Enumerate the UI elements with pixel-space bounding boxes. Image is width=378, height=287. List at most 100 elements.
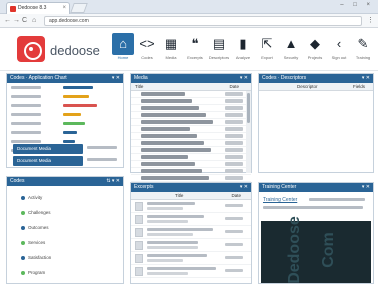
code-tree-panel: Codes ⇅ ▾ ✕ Activity Challenges Outcomes Se…: [6, 176, 124, 284]
panel-title: Codes: [10, 178, 25, 184]
back-icon[interactable]: ←: [4, 16, 11, 26]
panel-header: Training Center ▾ ✕: [259, 183, 373, 192]
toolbar-excerpts-button[interactable]: ❝ Excerpts: [184, 33, 206, 69]
summary-row[interactable]: Code E: [7, 119, 123, 128]
media-row[interactable]: [131, 126, 251, 133]
training-video[interactable]: Dedoose Com: [261, 216, 371, 284]
excerpt-row[interactable]: [131, 239, 251, 252]
toolbar-label: Analyze: [235, 55, 251, 60]
panel-controls-icon[interactable]: ▾ ✕: [240, 183, 248, 192]
media-row[interactable]: [131, 98, 251, 105]
panel-header: Codes ⇅ ▾ ✕: [7, 177, 123, 186]
summary-row[interactable]: Code D: [7, 110, 123, 119]
browser-tab[interactable]: Dedoose 8.3 ×: [6, 2, 70, 14]
excerpts-col-title[interactable]: Title: [175, 192, 183, 200]
excerpt-text: [147, 233, 193, 236]
code-tree-item[interactable]: Outcomes: [7, 220, 123, 235]
toolbar-analyze-button[interactable]: ▮ Analyze: [232, 33, 254, 69]
browser-menu-icon[interactable]: ⋮: [367, 16, 374, 24]
media-row[interactable]: [131, 147, 251, 154]
summary-row[interactable]: Code F: [7, 128, 123, 137]
document-media-button-2[interactable]: Document Media: [13, 156, 83, 166]
toolbar-media-button[interactable]: ▦ Media: [160, 33, 182, 69]
panel-controls-icon[interactable]: ▾ ✕: [362, 183, 370, 192]
excerpt-row[interactable]: [131, 213, 251, 226]
excerpt-date-text: [225, 204, 243, 207]
media-date-text: [225, 120, 243, 124]
media-col-date[interactable]: Date: [229, 83, 239, 91]
media-title-text: [141, 162, 195, 166]
home-icon[interactable]: ⌂: [32, 16, 36, 26]
favicon-icon: [10, 6, 16, 12]
document-icon: [135, 228, 143, 237]
toolbar-projects-button[interactable]: ◆ Projects: [304, 33, 326, 69]
descriptor-col-name[interactable]: Descriptor: [297, 83, 318, 91]
excerpt-row[interactable]: [131, 252, 251, 265]
toolbar-codes-button[interactable]: <> Codes: [136, 33, 158, 69]
panel-controls-icon[interactable]: ⇅ ▾ ✕: [106, 177, 120, 186]
toolbar-label: Export: [261, 55, 273, 60]
code-tree-item[interactable]: Satisfaction: [7, 250, 123, 265]
descriptor-table-header: Descriptor Fields: [259, 83, 373, 91]
code-tree-item[interactable]: Services: [7, 235, 123, 250]
panel-controls-icon[interactable]: ▾ ✕: [112, 74, 120, 83]
summary-row[interactable]: Code B: [7, 92, 123, 101]
toolbar-export-button[interactable]: ⇱ Export: [256, 33, 278, 69]
excerpt-row[interactable]: [131, 265, 251, 278]
toolbar-label: Projects: [307, 55, 323, 60]
toolbar-training-button[interactable]: ✎ Training: [352, 33, 374, 69]
summary-bar: [63, 86, 93, 89]
excerpts-table-header: Title Date: [131, 192, 251, 200]
excerpt-date-text: [225, 243, 243, 246]
summary-row-text: [11, 95, 41, 98]
excerpt-text: [147, 254, 207, 257]
document-media-button-1[interactable]: Document Media: [13, 144, 83, 154]
new-tab-button[interactable]: [70, 3, 88, 13]
media-date-text: [225, 134, 243, 138]
code-color-icon: [21, 225, 25, 230]
brand-name: dedoose: [50, 43, 100, 58]
toolbar-sign-out-button[interactable]: ‹ Sign out: [328, 33, 350, 69]
summary-row[interactable]: Code C: [7, 101, 123, 110]
video-watermark: Dedoose: [285, 216, 303, 284]
summary-bar: [63, 131, 77, 134]
reload-icon[interactable]: C: [22, 16, 27, 26]
summary-bar: [63, 95, 89, 98]
media-row[interactable]: [131, 168, 251, 175]
forward-icon[interactable]: →: [13, 16, 20, 26]
tab-title: Dedoose 8.3: [18, 5, 47, 11]
address-bar[interactable]: app.dedoose.com: [44, 16, 362, 26]
media-row[interactable]: [131, 112, 251, 119]
media-col-title[interactable]: Title: [135, 84, 143, 89]
media-row[interactable]: [131, 140, 251, 147]
training-panel: Training Center ▾ ✕ Training Center Dedo…: [258, 182, 374, 284]
media-row[interactable]: [131, 133, 251, 140]
excerpt-row[interactable]: [131, 226, 251, 239]
panel-controls-icon[interactable]: ▾ ✕: [362, 74, 370, 83]
code-tree-item[interactable]: Challenges: [7, 205, 123, 220]
window-controls[interactable]: – □ ×: [340, 2, 374, 8]
media-row[interactable]: [131, 119, 251, 126]
summary-row-text: [11, 122, 41, 125]
toolbar-security-button[interactable]: ▲ Security: [280, 33, 302, 69]
excerpts-col-date[interactable]: Date: [231, 192, 241, 200]
toolbar-descriptors-button[interactable]: ▤ Descriptors: [208, 33, 230, 69]
media-row[interactable]: [131, 175, 251, 182]
code-tree-item[interactable]: Activity: [7, 190, 123, 205]
media-row[interactable]: [131, 105, 251, 112]
code-tree-label: Program: [28, 270, 46, 275]
media-row[interactable]: [131, 91, 251, 98]
media-scrollbar[interactable]: [246, 91, 251, 173]
tab-close-icon[interactable]: ×: [62, 3, 66, 14]
summary-row[interactable]: Code A: [7, 83, 123, 92]
training-text: [309, 198, 365, 201]
code-tree-item[interactable]: Program: [7, 265, 123, 280]
training-link[interactable]: Training Center: [263, 197, 297, 203]
excerpt-row[interactable]: [131, 200, 251, 213]
media-row[interactable]: [131, 154, 251, 161]
panel-controls-icon[interactable]: ▾ ✕: [240, 74, 248, 83]
media-icon: ▦: [164, 36, 178, 51]
descriptor-col-fields[interactable]: Fields: [353, 83, 365, 91]
toolbar-home-button[interactable]: ⌂ Home: [112, 33, 134, 69]
media-row[interactable]: [131, 161, 251, 168]
